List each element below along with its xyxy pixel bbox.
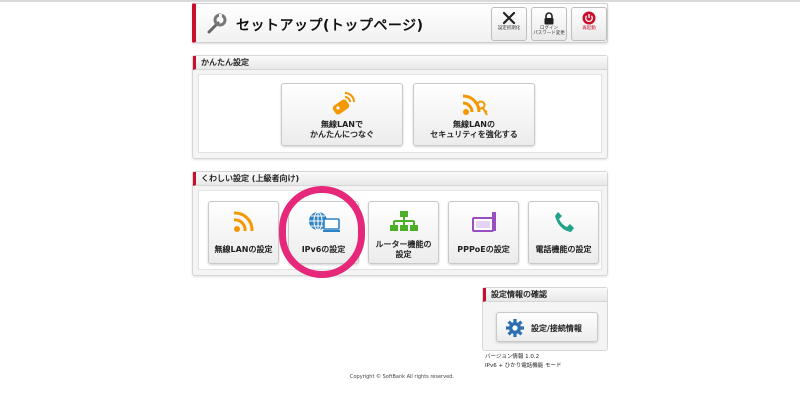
phone-function-settings-tile[interactable]: 電話機能の設定 bbox=[528, 201, 599, 264]
wireless-security-icon bbox=[462, 94, 488, 116]
router-function-settings-tile[interactable]: ルーター機能の 設定 bbox=[368, 201, 439, 264]
gear-icon bbox=[506, 319, 524, 337]
wireless-security-tile[interactable]: 無線LANの セキュリティを強化する bbox=[413, 83, 535, 146]
pppoe-settings-tile[interactable]: PPPoEの設定 bbox=[448, 201, 519, 264]
wireless-lan-settings-label: 無線LANの設定 bbox=[214, 245, 273, 254]
window-top-border bbox=[0, 0, 800, 2]
router-icon bbox=[471, 212, 496, 232]
reboot-button[interactable]: 再起動 bbox=[571, 7, 607, 41]
change-login-password-button[interactable]: ログイン パスワード変更 bbox=[531, 7, 567, 41]
wireless-easy-connect-tile[interactable]: 無線LANで かんたんにつなぐ bbox=[281, 83, 403, 146]
wrench-icon bbox=[207, 13, 227, 34]
router-icon-wrap bbox=[449, 210, 518, 236]
wireless-key-icon bbox=[332, 92, 355, 115]
wireless-lan-settings-tile[interactable]: 無線LANの設定 bbox=[208, 201, 279, 264]
version-info: バージョン情報 1.0.2 IPv6 + ひかり電話機能 モード bbox=[485, 354, 562, 369]
power-icon bbox=[582, 11, 596, 25]
advanced-settings-panel: くわしい設定 (上級者向け) 無線LANの設定 IPv6の設定 ルーター機能の … bbox=[192, 171, 608, 276]
phone-icon bbox=[554, 212, 574, 232]
simple-settings-panel: かんたん設定 無線LANで かんたんにつなぐ 無線LANの セキュリティを強化す… bbox=[192, 55, 608, 159]
wireless-security-icon-wrap bbox=[414, 92, 534, 118]
factory-reset-button[interactable]: 設定初期化 bbox=[491, 7, 527, 41]
settings-info-heading: 設定情報の確認 bbox=[483, 288, 607, 302]
phone-function-settings-label: 電話機能の設定 bbox=[535, 245, 592, 254]
globe-computer-icon bbox=[308, 211, 340, 232]
phone-icon-wrap bbox=[529, 210, 598, 236]
ipv6-settings-tile[interactable]: IPv6の設定 bbox=[288, 201, 359, 264]
page-title: セットアップ(トップページ) bbox=[236, 18, 424, 34]
wifi-icon-wrap bbox=[209, 210, 278, 236]
lock-icon bbox=[544, 12, 554, 25]
factory-reset-label: 設定初期化 bbox=[497, 26, 521, 31]
advanced-settings-heading: くわしい設定 (上級者向け) bbox=[193, 172, 607, 186]
tools-icon bbox=[502, 11, 516, 25]
network-tree-icon bbox=[389, 211, 418, 231]
wireless-key-icon-wrap bbox=[282, 92, 402, 118]
settings-connection-info-label: 設定/接続情報 bbox=[531, 324, 582, 333]
simple-settings-body: 無線LANで かんたんにつなぐ 無線LANの セキュリティを強化する bbox=[198, 74, 602, 153]
settings-info-panel: 設定情報の確認 設定/接続情報 bbox=[482, 287, 608, 351]
change-login-password-label: ログイン パスワード変更 bbox=[533, 26, 565, 36]
settings-connection-info-button[interactable]: 設定/接続情報 bbox=[496, 312, 598, 342]
globe-computer-icon-wrap bbox=[289, 210, 358, 236]
ipv6-settings-label: IPv6の設定 bbox=[301, 245, 346, 254]
page-header: セットアップ(トップページ) 設定初期化 ログイン パスワード変更 再起動 bbox=[192, 3, 608, 43]
reboot-label: 再起動 bbox=[582, 26, 596, 31]
wifi-icon bbox=[233, 211, 254, 232]
wireless-easy-connect-label: 無線LANで かんたんにつなぐ bbox=[310, 120, 374, 139]
pppoe-settings-label: PPPoEの設定 bbox=[457, 245, 510, 254]
simple-settings-heading: かんたん設定 bbox=[193, 56, 607, 70]
network-tree-icon-wrap bbox=[369, 210, 438, 236]
copyright-text: Copyright © SoftBank All rights reserved… bbox=[350, 374, 454, 380]
advanced-settings-body: 無線LANの設定 IPv6の設定 ルーター機能の 設定 PPPoEの設定 電話機… bbox=[198, 190, 602, 270]
router-function-settings-label: ルーター機能の 設定 bbox=[375, 240, 432, 259]
wireless-security-label: 無線LANの セキュリティを強化する bbox=[430, 120, 518, 139]
